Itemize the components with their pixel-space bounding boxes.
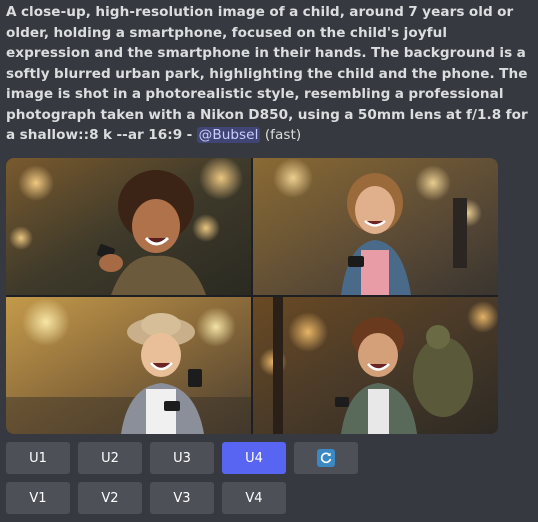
image-1 [6, 158, 251, 295]
image-tile-2[interactable] [253, 158, 498, 295]
prompt-text: A close-up, high-resolution image of a c… [6, 0, 534, 146]
upscale-button-3[interactable]: U3 [150, 442, 214, 474]
refresh-icon [317, 449, 335, 467]
variation-button-3[interactable]: V3 [150, 482, 214, 514]
prompt-body: A close-up, high-resolution image of a c… [6, 4, 528, 143]
user-mention[interactable]: @Bubsel [196, 127, 261, 143]
variation-buttons: V1 V2 V3 V4 [6, 482, 286, 514]
image-4 [253, 297, 498, 434]
image-tile-3[interactable] [6, 297, 251, 434]
variation-button-1[interactable]: V1 [6, 482, 70, 514]
variation-button-4[interactable]: V4 [222, 482, 286, 514]
message: A close-up, high-resolution image of a c… [6, 0, 534, 146]
image-3 [6, 297, 251, 434]
image-2 [253, 158, 498, 295]
upscale-button-4[interactable]: U4 [222, 442, 286, 474]
upscale-buttons: U1 U2 U3 U4 [6, 442, 358, 474]
image-grid[interactable] [6, 158, 498, 434]
image-tile-4[interactable] [253, 297, 498, 434]
upscale-button-2[interactable]: U2 [78, 442, 142, 474]
speed-label: (fast) [264, 127, 302, 143]
reroll-button[interactable] [294, 442, 358, 474]
variation-button-2[interactable]: V2 [78, 482, 142, 514]
upscale-button-1[interactable]: U1 [6, 442, 70, 474]
image-tile-1[interactable] [6, 158, 251, 295]
